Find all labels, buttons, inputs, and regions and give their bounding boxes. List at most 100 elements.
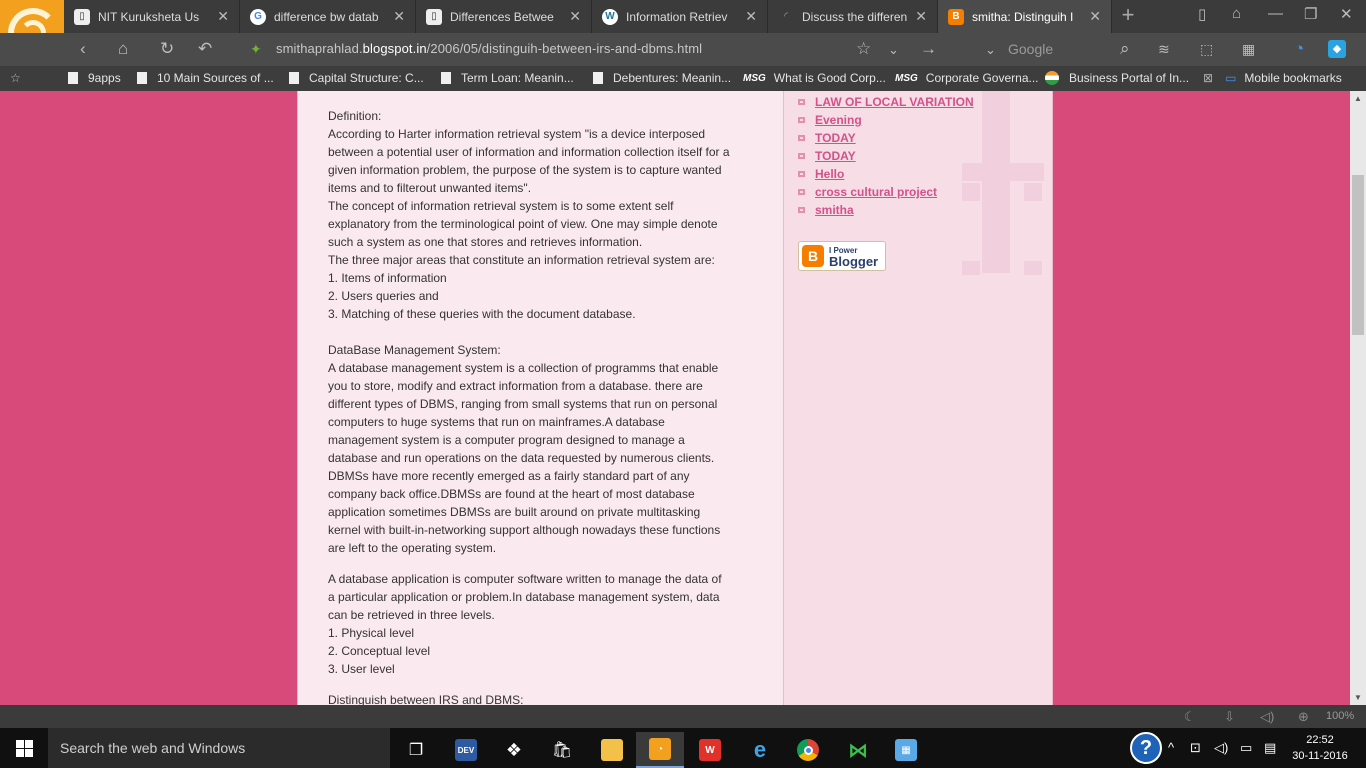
close-icon[interactable]: ✕ (569, 8, 581, 25)
system-clock[interactable]: 22:52 30-11-2016 (1290, 732, 1350, 764)
tab-list-icon[interactable]: ▯ (1198, 5, 1206, 23)
sidebar-link[interactable]: TODAY (815, 131, 856, 145)
tab-difference-bw-database[interactable]: G difference bw datab ✕ (240, 0, 416, 33)
speaker-icon[interactable]: ◁) (1214, 740, 1228, 756)
taskbar-app-dev[interactable]: DEV (442, 732, 490, 768)
bookmark-item[interactable]: MSG Corporate Governa... (895, 71, 1039, 85)
folder-icon: ⊠ (1203, 71, 1214, 85)
action-center-icon[interactable]: ▤ (1264, 740, 1276, 756)
text-line: 2. Users queries and (328, 289, 439, 303)
search-icon[interactable]: ⌕ (1120, 39, 1130, 59)
search-engine-dropdown-icon[interactable]: ⌄ (985, 42, 996, 58)
go-icon[interactable]: → (920, 39, 937, 59)
extension-icon[interactable]: ◆ (1328, 40, 1346, 58)
network-icon[interactable]: ⊡ (1190, 740, 1201, 756)
sidebar-link[interactable]: Evening (815, 113, 862, 127)
screenshot-icon[interactable]: ⬚ (1200, 41, 1213, 58)
bookmark-item[interactable]: Term Loan: Meanin... (441, 71, 574, 85)
bookmark-item[interactable]: Debentures: Meanin... (593, 71, 731, 85)
search-input[interactable]: Google (1008, 41, 1053, 57)
bookmark-star-icon[interactable]: ☆ (856, 39, 871, 59)
tab-smitha-distinguih[interactable]: B smitha: Distinguih I ✕ (938, 0, 1112, 33)
night-mode-icon[interactable]: ☾ (1184, 709, 1196, 725)
url-domain: blogspot.in (362, 41, 427, 56)
bookmark-item[interactable]: MSG What is Good Corp... (743, 71, 886, 85)
text-line: a particular application or problem.In d… (328, 590, 720, 604)
taskbar-app-internet-explorer[interactable]: e (736, 732, 784, 768)
address-bar[interactable]: smithaprahlad.blogspot.in/2006/05/distin… (276, 41, 702, 56)
internet-explorer-icon: e (753, 737, 767, 762)
tab-discuss-the-difference[interactable]: ◜ Discuss the differen ✕ (768, 0, 938, 33)
new-tab-button[interactable]: + (1113, 0, 1143, 33)
taskbar-app-remote-desktop[interactable]: ▦ (882, 732, 930, 768)
bookmark-item[interactable]: Business Portal of In... (1045, 71, 1189, 85)
paragraph-database-application: A database application is computer softw… (328, 570, 763, 678)
download-icon[interactable]: ⇩ (1224, 709, 1235, 725)
battery-icon[interactable]: ▭ (1240, 740, 1252, 756)
zoom-icon[interactable]: ⊕ (1298, 709, 1309, 725)
sidebar-link[interactable]: smitha (815, 203, 854, 217)
tab-differences-between[interactable]: ▯ Differences Betwee ✕ (416, 0, 592, 33)
taskbar-search-input[interactable]: Search the web and Windows (48, 728, 390, 768)
bookmark-item[interactable]: ⊠ ▭ Mobile bookmarks (1203, 71, 1342, 85)
minimize-icon[interactable]: — (1268, 5, 1283, 22)
close-window-icon[interactable]: ✕ (1340, 5, 1353, 23)
help-icon[interactable]: ? (1130, 732, 1162, 764)
bookmark-item[interactable]: 10 Main Sources of ... (137, 71, 274, 85)
reload-icon[interactable]: ↻ (160, 39, 174, 59)
windows-taskbar: Search the web and Windows ❐ DEV ❖ 🛍 ◔ W… (0, 728, 1366, 768)
volume-icon[interactable]: ◁) (1260, 709, 1274, 725)
sidebar-link[interactable]: Hello (815, 167, 844, 181)
taskbar-app-store[interactable]: 🛍 (538, 732, 586, 768)
close-icon[interactable]: ✕ (1089, 8, 1101, 25)
text-line: you to store, modify and extract informa… (328, 379, 703, 393)
start-button[interactable] (16, 740, 33, 757)
maximize-icon[interactable]: ❐ (1304, 5, 1317, 23)
bookmark-item[interactable]: Capital Structure: C... (289, 71, 424, 85)
close-icon[interactable]: ✕ (217, 8, 229, 25)
url-path: /2006/05/distinguih-between-irs-and-dbms… (426, 41, 703, 56)
taskbar-app-visual-studio[interactable]: ⋈ (834, 732, 882, 768)
wifi-icon[interactable]: ≋ (1158, 41, 1170, 58)
chrome-icon (797, 739, 819, 761)
close-icon[interactable]: ✕ (745, 8, 757, 25)
back-icon[interactable]: ‹ (80, 39, 86, 59)
taskbar-app-file-explorer[interactable] (588, 732, 636, 768)
text-line: The three major areas that constitute an… (328, 253, 715, 267)
mobile-bookmarks-icon: ▭ (1225, 71, 1237, 85)
close-icon[interactable]: ✕ (915, 8, 927, 25)
windows-logo-pane (25, 749, 33, 757)
bookmark-label: Corporate Governa... (925, 71, 1039, 85)
scroll-up-icon[interactable]: ▲ (1354, 94, 1362, 103)
sidebar-link[interactable]: cross cultural project (815, 185, 937, 199)
powered-by-blogger-badge[interactable]: B I Power Blogger (798, 241, 886, 271)
sync-icon[interactable]: ◔ (1294, 39, 1304, 59)
sidebar-link[interactable]: LAW OF LOCAL VARIATION (815, 95, 974, 109)
taskbar-app-dropbox[interactable]: ❖ (490, 732, 538, 768)
dropdown-icon[interactable]: ⌄ (888, 42, 899, 58)
home-icon[interactable]: ⌂ (118, 39, 128, 59)
remote-desktop-icon: ▦ (895, 739, 917, 761)
tab-nit-kurukshetra[interactable]: ▯ NIT Kuruksheta Us ✕ (64, 0, 240, 33)
undo-close-icon[interactable]: ↶ (198, 39, 212, 59)
zoom-level[interactable]: 100% (1326, 710, 1354, 722)
windows-logo-pane (25, 740, 33, 748)
vertical-scrollbar[interactable]: ▲ ▼ (1350, 91, 1366, 705)
bullet-icon (798, 207, 805, 213)
taskbar-app-uc-browser[interactable]: ◔ (636, 732, 684, 768)
taskbar-app-chrome[interactable] (784, 732, 832, 768)
close-icon[interactable]: ✕ (393, 8, 405, 25)
taskbar-app-wps[interactable]: W (686, 732, 734, 768)
scrollbar-thumb[interactable] (1352, 175, 1364, 335)
apps-grid-icon[interactable]: ▦ (1242, 41, 1255, 58)
tab-title: smitha: Distinguih I (972, 9, 1074, 24)
task-view-button[interactable]: ❐ (392, 732, 440, 768)
sidebar-link[interactable]: TODAY (815, 149, 856, 163)
shirt-icon[interactable]: ⌂ (1232, 5, 1241, 22)
bookmark-star-icon[interactable]: ☆ (10, 71, 21, 85)
bookmark-item[interactable]: 9apps (68, 71, 121, 85)
scroll-down-icon[interactable]: ▼ (1354, 693, 1362, 702)
tab-information-retrieval[interactable]: W Information Retriev ✕ (592, 0, 768, 33)
show-hidden-icons-icon[interactable]: ^ (1168, 740, 1174, 755)
clock-date: 30-11-2016 (1292, 750, 1348, 762)
